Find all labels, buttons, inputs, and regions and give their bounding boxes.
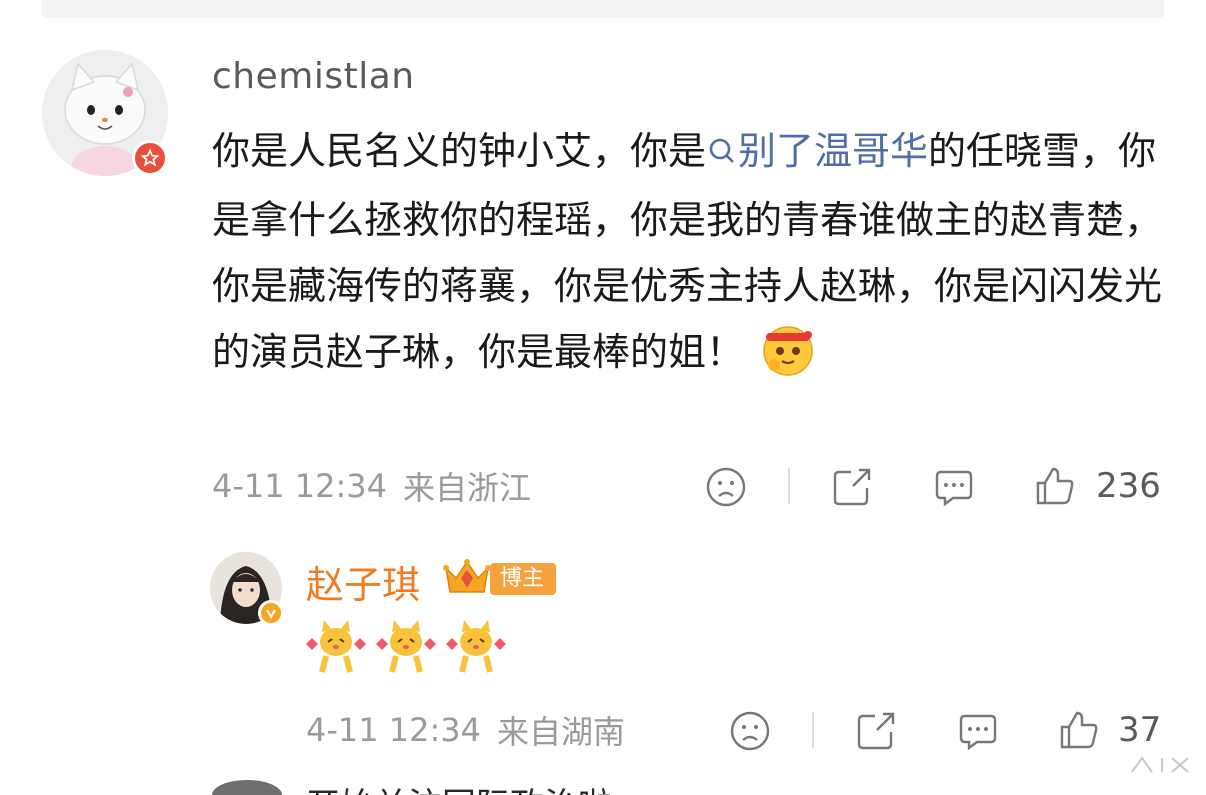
dislike-icon (730, 711, 770, 751)
comment-icon (935, 470, 973, 507)
next-avatar[interactable] (212, 780, 282, 795)
dislike-icon (706, 467, 746, 507)
reply-meta: 4-11 12:34 来自湖南 (306, 708, 625, 752)
dislike-button[interactable] (704, 465, 748, 509)
like-button[interactable]: 37 (1058, 707, 1164, 753)
reply-emoji-row (306, 616, 506, 674)
reply-username[interactable]: 赵子琪 (306, 554, 420, 609)
hug-emoji (760, 321, 816, 397)
comment-button[interactable] (932, 465, 976, 509)
action-divider (788, 468, 790, 504)
action-divider (812, 712, 814, 748)
top-divider-bar (42, 0, 1164, 18)
like-count: 37 (1118, 710, 1162, 750)
comment-text-part: 你是人民名义的钟小艾，你是 (212, 129, 707, 173)
like-button[interactable]: 236 (1034, 463, 1164, 509)
share-icon (857, 712, 895, 750)
like-icon (1060, 711, 1098, 749)
location: 来自湖南 (497, 713, 626, 751)
comment-button[interactable] (956, 709, 1000, 753)
verified-badge-icon (258, 600, 284, 626)
timestamp: 4-11 12:34 (212, 467, 388, 505)
search-icon (706, 121, 738, 187)
dancing-cat-emoji (446, 620, 506, 673)
topic-link-label[interactable]: 别了温哥华 (738, 129, 928, 173)
dancing-cat-emoji (306, 620, 366, 673)
comment-text: 你是人民名义的钟小艾，你是 别了温哥华的任晓雪，你是拿什么拯救你的程瑶，你是我的青… (212, 118, 1162, 397)
like-count: 236 (1096, 466, 1161, 506)
timestamp: 4-11 12:34 (306, 711, 482, 749)
blogger-badge: 博主 (490, 563, 557, 595)
topic-link[interactable]: 别了温哥华 (706, 129, 928, 173)
dancing-cat-emoji (376, 620, 436, 673)
verified-badge-icon (132, 140, 168, 176)
share-button[interactable] (854, 709, 898, 753)
share-icon (833, 468, 871, 506)
location: 来自浙江 (403, 469, 532, 507)
dislike-button[interactable] (728, 709, 772, 753)
comment-icon (959, 714, 997, 751)
username[interactable]: chemistlan (212, 56, 415, 97)
next-comment-text: 开始关注国际政治啦 (306, 778, 612, 795)
share-button[interactable] (830, 465, 874, 509)
crown-icon (442, 556, 492, 602)
like-icon (1036, 467, 1074, 505)
watermark-icon (1122, 748, 1200, 782)
comment-meta: 4-11 12:34 来自浙江 (212, 464, 531, 508)
